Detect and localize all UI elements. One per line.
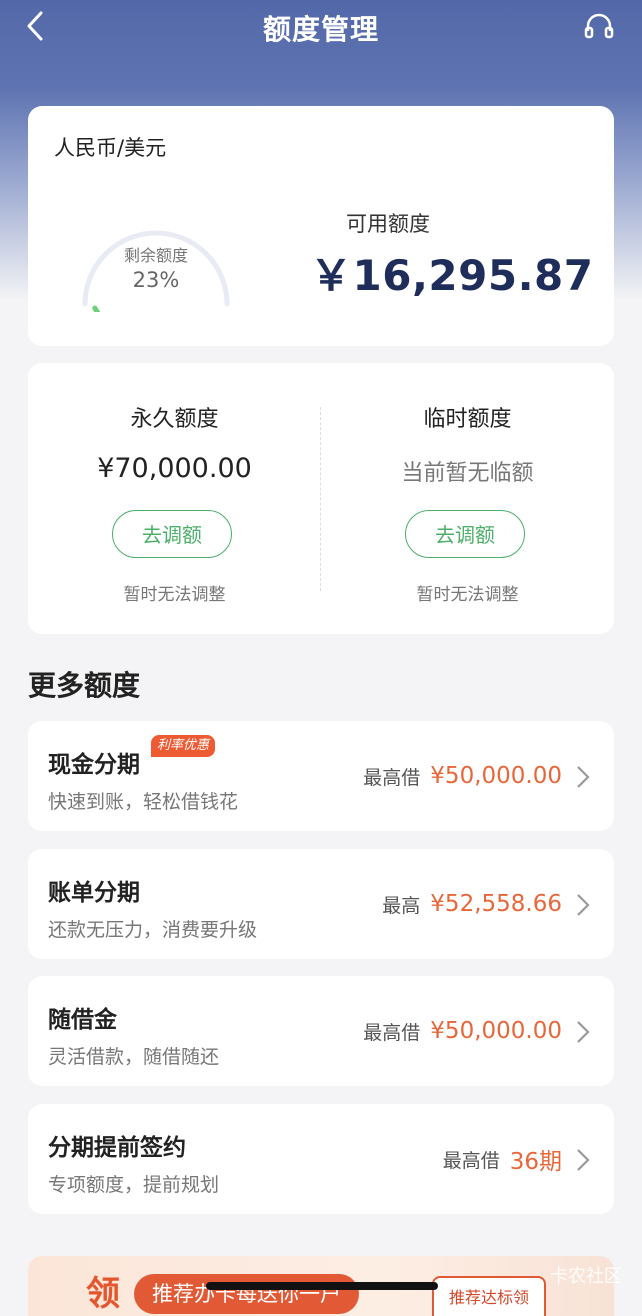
- adjust-temporary-button[interactable]: 去调额: [405, 510, 525, 558]
- watermark: 卡农社区: [550, 1266, 622, 1287]
- banner-pill-text: 推荐办卡每送你一户: [134, 1274, 359, 1314]
- item-description: 还款无压力，消费要升级: [48, 919, 258, 941]
- chevron-right-icon: [577, 1021, 590, 1043]
- item-limit-value: 36期: [509, 1149, 562, 1175]
- item-limit-prefix: 最高借: [363, 1021, 421, 1044]
- gauge-label: 剩余额度: [123, 246, 188, 265]
- page-title: 额度管理: [262, 13, 379, 46]
- home-indicator: [206, 1282, 438, 1290]
- item-description: 专项额度，提前规划: [48, 1174, 220, 1196]
- headset-icon[interactable]: [584, 12, 614, 40]
- navigation-bar: 额度管理: [0, 0, 642, 52]
- item-limit-prefix: 最高借: [363, 766, 421, 789]
- adjust-permanent-button[interactable]: 去调额: [112, 510, 232, 558]
- temporary-limit-note: 暂时无法调整: [416, 585, 519, 605]
- item-limit: 最高借 36期: [443, 1104, 562, 1214]
- item-limit: 最高借 ¥50,000.00: [363, 721, 562, 831]
- permanent-limit-amount: ¥70,000.00: [97, 453, 252, 484]
- gauge-percent: 23%: [132, 268, 180, 292]
- banner-claim-glyph: 领: [86, 1274, 120, 1314]
- currency-label: 人民币/美元: [54, 136, 167, 160]
- item-limit: 最高 ¥52,558.66: [382, 849, 562, 959]
- list-item-installment-pre-sign[interactable]: 分期提前签约 专项额度，提前规划 最高借 36期: [28, 1104, 614, 1214]
- item-limit-prefix: 最高借: [442, 1149, 500, 1172]
- credit-limits-card: 永久额度 ¥70,000.00 去调额 暂时无法调整 临时额度 当前暂无临额 去…: [28, 363, 614, 634]
- available-credit-card: 人民币/美元 剩余额度 23% 可用额度 ￥16,295.87: [28, 106, 614, 346]
- temporary-limit-amount: 当前暂无临额: [401, 461, 534, 486]
- permanent-limit-title: 永久额度: [130, 407, 219, 432]
- item-name: 现金分期: [48, 752, 140, 778]
- chevron-right-icon: [577, 894, 590, 916]
- item-name: 分期提前签约: [48, 1135, 186, 1161]
- item-name: 账单分期: [48, 880, 140, 906]
- item-limit-value: ¥50,000.00: [430, 763, 562, 789]
- available-credit-amount: ￥16,295.87: [310, 251, 594, 300]
- item-description: 快速到账，轻松借钱花: [48, 791, 239, 813]
- item-description: 灵活借款，随借随还: [48, 1046, 220, 1068]
- promo-badge: 利率优惠: [151, 735, 216, 757]
- permanent-limit-note: 暂时无法调整: [123, 585, 226, 605]
- permanent-limit-section: 永久额度 ¥70,000.00 去调额 暂时无法调整: [28, 363, 321, 634]
- available-credit-label: 可用额度: [346, 212, 430, 236]
- temporary-limit-section: 临时额度 当前暂无临额 去调额 暂时无法调整: [321, 363, 614, 634]
- list-item-flexible-loan[interactable]: 随借金 灵活借款，随借随还 最高借 ¥50,000.00: [28, 976, 614, 1086]
- list-item-cash-installment[interactable]: 现金分期 利率优惠 快速到账，轻松借钱花 最高借 ¥50,000.00: [28, 721, 614, 831]
- banner-claim-button[interactable]: 推荐达标领: [432, 1276, 546, 1316]
- item-limit-prefix: 最高: [382, 894, 421, 917]
- item-limit-value: ¥50,000.00: [430, 1018, 562, 1044]
- item-name: 随借金: [48, 1007, 117, 1033]
- more-limits-heading: 更多额度: [28, 669, 141, 702]
- item-limit: 最高借 ¥50,000.00: [363, 976, 562, 1086]
- item-limit-value: ¥52,558.66: [430, 891, 562, 917]
- chevron-right-icon: [577, 1149, 590, 1171]
- temporary-limit-title: 临时额度: [423, 407, 512, 432]
- list-item-bill-installment[interactable]: 账单分期 还款无压力，消费要升级 最高 ¥52,558.66: [28, 849, 614, 959]
- chevron-right-icon: [577, 766, 590, 788]
